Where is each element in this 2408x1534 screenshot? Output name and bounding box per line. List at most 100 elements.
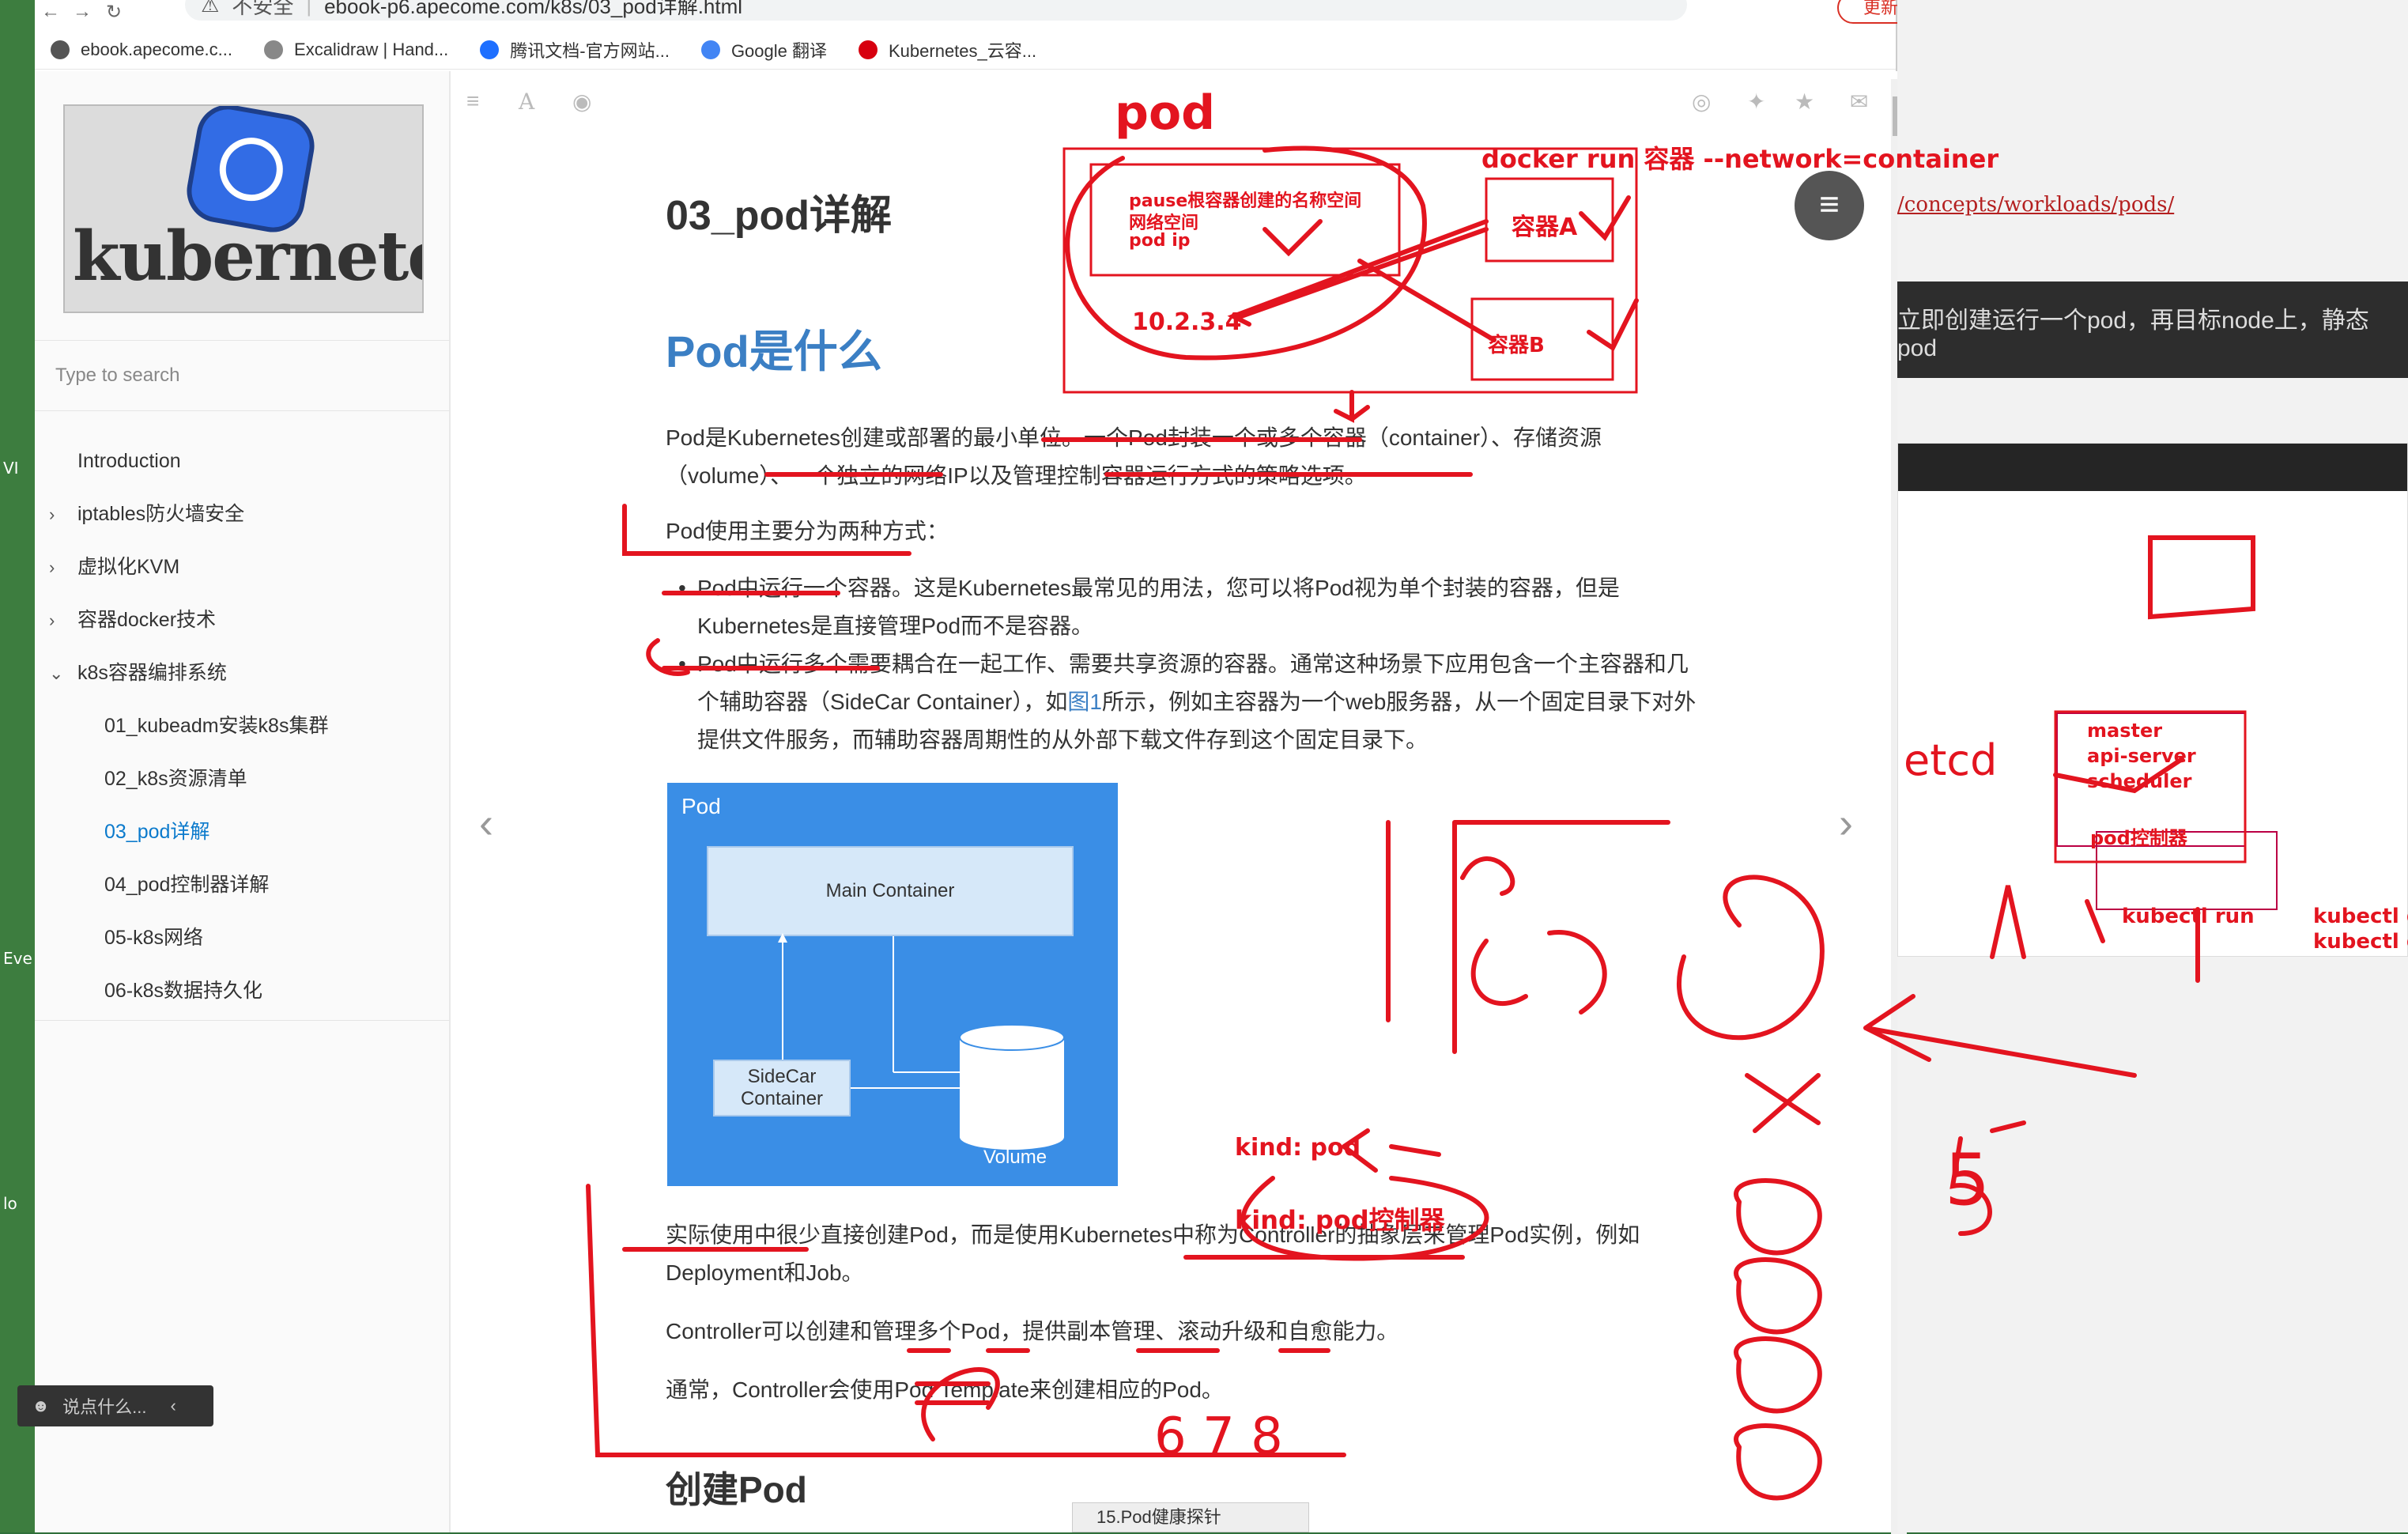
- sidebar-item-label: 虚拟化KVM: [77, 556, 180, 578]
- bookmark-item[interactable]: Google 翻译: [700, 37, 827, 62]
- sidebar-item-label: 04_pod控制器详解: [104, 874, 270, 896]
- eye-icon[interactable]: ◉: [572, 89, 591, 115]
- ink-apiserver: api-server: [2087, 745, 2196, 767]
- sidebar-item[interactable]: Introduction: [35, 435, 449, 488]
- ink-kubectl-ge: kubectl ge: [2313, 930, 2408, 954]
- sidebar-nav: Introduction › iptables防火墙安全 › 虚拟化KVM › 容器dock…: [35, 435, 449, 1018]
- ink-kubectl-de: kubectl de: [2313, 905, 2408, 928]
- next-page-icon[interactable]: ›: [1839, 799, 1853, 848]
- ink-podip-label: pod ip: [1129, 231, 1191, 251]
- bookmark-label: Google 翻译: [730, 40, 827, 61]
- star-icon[interactable]: ★: [1795, 89, 1814, 115]
- chevron-icon[interactable]: ›: [49, 594, 55, 647]
- reload-icon[interactable]: ↻: [98, 1, 130, 24]
- ink-five: 5: [1945, 1139, 1991, 1222]
- sidebar-item[interactable]: 03_pod详解: [35, 806, 449, 859]
- share-icon[interactable]: ✉: [1850, 89, 1868, 115]
- page-title: 03_pod详解: [666, 193, 893, 239]
- menu-icon[interactable]: ≡: [466, 89, 479, 114]
- bookmark-item[interactable]: 腾讯文档-官方网站...: [480, 37, 670, 62]
- url-text: ebook-p6.apecome.com/k8s/03_pod详解.html: [324, 0, 743, 18]
- volume-label: Volume: [983, 1147, 1047, 1168]
- bookmark-icon: [859, 40, 878, 59]
- browser-window: ← → ↻ ⚠ 不安全 | ebook-p6.apecome.com/k8s/0…: [17, 0, 1924, 1534]
- chevron-icon[interactable]: ⌄: [49, 647, 63, 700]
- insecure-label: 不安全: [232, 0, 294, 18]
- sidebar-item[interactable]: ⌄ k8s容器编排系统: [35, 647, 449, 700]
- main-content: ≡ A ◉ ◎ ✦ ★ ✉ ≡ ‹ › 03_pod详解 Pod是什么 Pod是…: [451, 71, 1907, 1534]
- chat-icon: ☻: [32, 1396, 51, 1415]
- desktop-label: lo: [3, 1194, 17, 1213]
- sidebar-divider: [35, 1020, 449, 1021]
- ink-docker-cmd: docker run 容器 --network=container: [1481, 144, 1999, 174]
- paragraph: Pod是Kubernetes创建或部署的最小单位。一个Pod封装一个或多个容器（…: [666, 425, 1602, 488]
- sidebar-item[interactable]: › iptables防火墙安全: [35, 488, 449, 541]
- ink-ip-label: 10.2.3.4: [1132, 308, 1242, 336]
- paragraph: 通常，Controller会使用Pod Template来创建相应的Pod。: [666, 1377, 1224, 1402]
- bookmark-item[interactable]: ebook.apecome.c...: [51, 40, 232, 60]
- sidebar-item-label: Introduction: [77, 450, 181, 472]
- comment-placeholder: 说点什么...: [62, 1397, 147, 1417]
- bookmark-label: Excalidraw | Hand...: [294, 39, 449, 59]
- list-item: Pod中运行一个容器。这是Kubernetes最常见的用法，您可以将Pod视为单…: [678, 569, 1709, 645]
- chevron-icon[interactable]: ›: [49, 488, 55, 541]
- desktop-label: VI: [3, 459, 19, 478]
- chevron-icon[interactable]: ›: [49, 541, 55, 594]
- sidebar-item-label: k8s容器编排系统: [77, 662, 227, 684]
- bookmark-icon: [264, 40, 284, 59]
- sidebar-item-label: 01_kubeadm安装k8s集群: [104, 715, 329, 737]
- diagram-arrows: [778, 933, 1065, 1150]
- ink-kubectl-run: kubectl run: [2122, 905, 2255, 928]
- ink-container-b: 容器B: [1488, 334, 1545, 357]
- fab-menu-button[interactable]: ≡: [1795, 171, 1864, 240]
- ink-pod-controller: pod控制器: [2090, 827, 2187, 849]
- sidebar-item-label: 06-k8s数据持久化: [104, 980, 263, 1002]
- list-item: Pod中运行多个需要耦合在一起工作、需要共享资源的容器。通常这种场景下应用包含一…: [678, 645, 1709, 759]
- ink-numbers: 6 7 8: [1154, 1407, 1283, 1466]
- back-icon[interactable]: ←: [35, 1, 66, 23]
- bookmark-label: 腾讯文档-官方网站...: [510, 40, 670, 61]
- sidebar-item[interactable]: › 虚拟化KVM: [35, 541, 449, 594]
- font-icon[interactable]: A: [519, 89, 534, 115]
- sidebar: kubernetes Type to search Introduction › i…: [17, 71, 451, 1532]
- dark-banner: 立即创建运行一个pod，再目标node上，静态pod: [1897, 281, 2408, 378]
- address-separator: |: [306, 0, 312, 17]
- paragraph: 实际使用中很少直接创建Pod，而是使用Kubernetes中称为Controll…: [666, 1222, 1640, 1285]
- address-bar[interactable]: ⚠ 不安全 | ebook-p6.apecome.com/k8s/03_pod详…: [185, 0, 1687, 21]
- bookmarks-bar: ebook.apecome.c... Excalidraw | Hand... 腾讯…: [35, 30, 1896, 70]
- sidebar-item-label: 02_k8s资源清单: [104, 768, 247, 790]
- desktop-label: Eve: [3, 949, 32, 968]
- ink-kind-pod: kind: pod: [1235, 1134, 1361, 1162]
- ink-pod-label: pod: [1115, 85, 1216, 141]
- ink-container-a: 容器A: [1512, 213, 1578, 241]
- embedded-topbar: [1898, 444, 2407, 491]
- sidebar-item[interactable]: › 容器docker技术: [35, 594, 449, 647]
- sidebar-item-label: 03_pod详解: [104, 821, 210, 843]
- pod-diagram: Pod Main Container SideCar Container Vol…: [667, 783, 1118, 1186]
- sidebar-item[interactable]: 05-k8s网络: [35, 912, 449, 965]
- section-title: 创建Pod: [666, 1469, 807, 1510]
- docs-link[interactable]: /concepts/workloads/pods/: [1897, 193, 2174, 217]
- sidebar-item[interactable]: 06-k8s数据持久化: [35, 965, 449, 1018]
- kubernetes-logo: kubernetes: [63, 104, 424, 313]
- ink-etcd: etcd: [1904, 735, 1998, 785]
- sidebar-item[interactable]: 02_k8s资源清单: [35, 753, 449, 806]
- weibo-icon[interactable]: ◎: [1692, 89, 1711, 115]
- bookmark-item[interactable]: Kubernetes_云容...: [859, 37, 1036, 62]
- ink-kind-controller: kind: pod控制器: [1235, 1205, 1445, 1235]
- figure-link[interactable]: 图1: [1067, 690, 1102, 714]
- bookmark-item[interactable]: Excalidraw | Hand...: [264, 40, 448, 60]
- sidebar-item[interactable]: 04_pod控制器详解: [35, 859, 449, 912]
- comment-bar[interactable]: ☻ 说点什么... ‹: [17, 1385, 213, 1426]
- bookmark-icon: [51, 40, 70, 59]
- forward-icon[interactable]: →: [66, 1, 98, 23]
- twitter-icon[interactable]: ✦: [1747, 89, 1765, 115]
- collapse-icon[interactable]: ‹: [171, 1396, 176, 1416]
- sidebar-item[interactable]: 01_kubeadm安装k8s集群: [35, 700, 449, 753]
- prev-page-icon[interactable]: ‹: [479, 799, 493, 848]
- bookmark-label: Kubernetes_云容...: [889, 40, 1037, 61]
- bookmark-icon: [480, 40, 500, 59]
- search-input[interactable]: Type to search: [35, 340, 449, 411]
- taskbar-item[interactable]: 15.Pod健康探针: [1072, 1502, 1309, 1532]
- paragraph: Pod使用主要分为两种方式：: [666, 519, 949, 543]
